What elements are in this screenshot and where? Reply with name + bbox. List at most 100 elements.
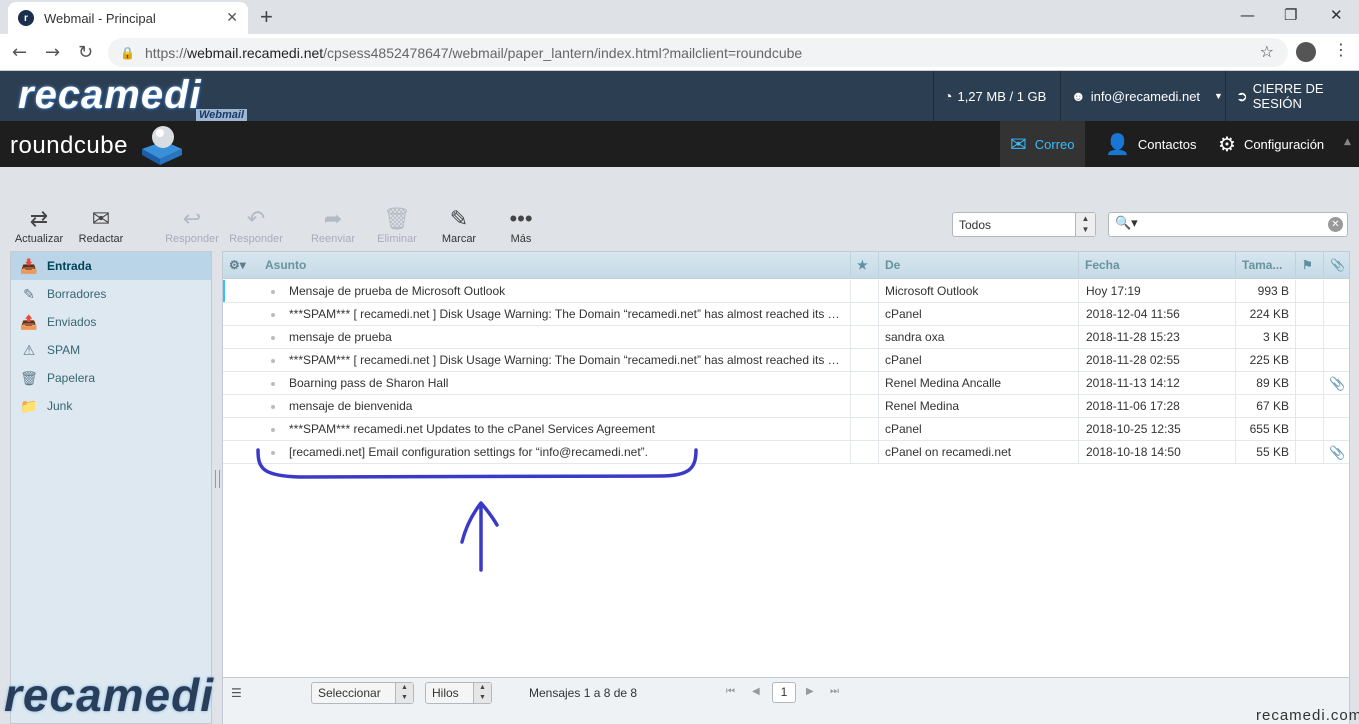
user-email: info@recamedi.net <box>1090 88 1201 104</box>
col-flag-icon[interactable]: ⚑ <box>1295 252 1323 279</box>
mark-button[interactable]: ✎ Marcar <box>429 205 489 245</box>
folder-borradores[interactable]: ✎ Borradores <box>11 280 211 308</box>
clear-search-icon[interactable]: ✕ <box>1328 217 1343 232</box>
more-button[interactable]: ••• Más <box>491 205 551 245</box>
col-flag-star-icon[interactable]: ★ <box>850 252 878 279</box>
read-status-icon[interactable] <box>271 428 275 432</box>
read-status-icon[interactable] <box>271 382 275 386</box>
col-subject[interactable]: Asunto <box>259 252 849 279</box>
folder-junk[interactable]: 📁 Junk <box>11 392 211 420</box>
roundcube-logo: roundcube <box>10 132 128 159</box>
message-row[interactable]: ***SPAM*** [ recamedi.net ] Disk Usage W… <box>223 303 1349 326</box>
url-field[interactable]: 🔒 https://webmail.recamedi.net/cpsess485… <box>108 38 1288 67</box>
next-page-icon[interactable]: ▶ <box>806 686 814 697</box>
column-separator <box>878 372 879 395</box>
message-row[interactable]: ***SPAM*** recamedi.net Updates to the c… <box>223 418 1349 441</box>
trash-icon: 🗑 <box>383 206 411 231</box>
reply-button[interactable]: ↩ Responder <box>162 205 222 245</box>
browser-tab[interactable]: r Webmail - Principal ✕ <box>8 2 248 34</box>
message-row[interactable]: Boarning pass de Sharon Hall Renel Medina… <box>223 372 1349 395</box>
list-view-icon[interactable]: ☰ <box>231 686 242 700</box>
nav-collapse-icon[interactable]: ▲ <box>1344 137 1351 147</box>
column-separator <box>1078 280 1079 303</box>
last-page-icon[interactable]: ⏭ <box>830 686 839 697</box>
read-status-icon[interactable] <box>271 405 275 409</box>
forward-button[interactable]: ➦ Reenviar <box>303 205 363 245</box>
reply-all-icon: ↶ <box>246 206 266 231</box>
browser-menu-icon[interactable]: ⋮ <box>1333 40 1349 59</box>
message-list-footer: ☰ Seleccionar ▲ ▼ Hilos ▲ ▼ Mensajes 1 a 8… <box>223 677 1349 724</box>
message-row[interactable]: Mensaje de prueba de Microsoft Outlook Mi… <box>223 280 1349 303</box>
nav-configuracion[interactable]: ⚙ Configuración <box>1208 121 1334 167</box>
read-status-icon[interactable] <box>271 290 275 294</box>
column-separator <box>878 418 879 441</box>
logout-icon: ➲ <box>1236 87 1248 104</box>
folder-label: Enviados <box>47 315 97 329</box>
minimize-icon[interactable]: — <box>1240 6 1255 24</box>
search-input[interactable]: 🔍▾ ✕ <box>1108 212 1348 237</box>
col-size[interactable]: Tama... <box>1235 252 1295 279</box>
watermark-logo: recamedi <box>4 669 215 721</box>
filter-select[interactable]: Todos ▲ ▼ <box>952 212 1096 237</box>
nav-correo[interactable]: ✉ Correo <box>1000 121 1085 167</box>
restore-icon[interactable]: ❐ <box>1284 6 1297 24</box>
folder-enviados[interactable]: 📤 Enviados <box>11 308 211 336</box>
search-icon[interactable]: 🔍▾ <box>1115 216 1138 231</box>
message-row[interactable]: mensaje de prueba sandra oxa 2018-11-28 15… <box>223 326 1349 349</box>
nav-configuracion-label: Configuración <box>1243 136 1325 152</box>
read-status-icon[interactable] <box>271 359 275 363</box>
folder-spam[interactable]: ⚠ SPAM <box>11 336 211 364</box>
close-window-icon[interactable]: ✕ <box>1330 6 1343 24</box>
threads-dropdown[interactable]: Hilos ▲ ▼ <box>425 682 492 704</box>
reload-icon[interactable]: ↻ <box>78 42 93 63</box>
logout-button[interactable]: ➲ CIERRE DE SESIÓN <box>1225 71 1359 121</box>
select-dropdown[interactable]: Seleccionar ▲ ▼ <box>311 682 414 704</box>
column-separator <box>1235 372 1236 395</box>
message-size: 225 KB <box>1249 353 1289 367</box>
column-separator <box>1323 326 1324 349</box>
filter-value: Todos <box>959 217 992 232</box>
quota-indicator: ◔ 1,27 MB / 1 GB <box>933 71 1056 121</box>
column-separator <box>1235 326 1236 349</box>
message-row[interactable]: ***SPAM*** [ recamedi.net ] Disk Usage W… <box>223 349 1349 372</box>
more-icon: ••• <box>509 206 533 231</box>
message-size: 55 KB <box>1256 445 1289 459</box>
delete-button[interactable]: 🗑 Eliminar <box>367 205 427 245</box>
message-from: cPanel <box>885 353 922 367</box>
nav-contactos[interactable]: 👤 Contactos <box>1095 121 1206 167</box>
message-size: 3 KB <box>1262 330 1289 344</box>
prev-page-icon[interactable]: ◀ <box>752 686 760 697</box>
read-status-icon[interactable] <box>271 451 275 455</box>
close-tab-icon[interactable]: ✕ <box>226 10 238 26</box>
message-from: cPanel on recamedi.net <box>885 445 1012 459</box>
new-tab-button[interactable]: + <box>260 4 273 30</box>
message-row[interactable]: mensaje de bienvenida Renel Medina 2018-11… <box>223 395 1349 418</box>
folder-entrada[interactable]: 📥 Entrada <box>11 252 211 280</box>
col-from[interactable]: De <box>878 252 1078 279</box>
reply-label: Responder <box>165 233 219 245</box>
first-page-icon[interactable]: ⏮ <box>726 686 735 697</box>
recamedi-logo[interactable]: recamedi <box>18 73 202 118</box>
bookmark-star-icon[interactable]: ☆ <box>1260 42 1274 61</box>
read-status-icon[interactable] <box>271 313 275 317</box>
current-page[interactable]: 1 <box>772 682 796 703</box>
profile-avatar-icon[interactable] <box>1296 42 1316 62</box>
message-row[interactable]: [recamedi.net] Email configuration setti… <box>223 441 1349 464</box>
folder-papelera[interactable]: 🗑 Papelera <box>11 364 211 392</box>
back-icon[interactable]: ← <box>12 42 27 63</box>
forward-icon[interactable]: → <box>45 42 60 63</box>
column-separator <box>1295 349 1296 372</box>
col-attachment-icon[interactable]: 📎 <box>1323 252 1350 279</box>
compose-button[interactable]: ✉ Redactar <box>71 205 131 245</box>
column-separator <box>1295 280 1296 303</box>
read-status-icon[interactable] <box>271 336 275 340</box>
panel-splitter[interactable] <box>215 470 220 488</box>
reply-all-button[interactable]: ↶ Responder ... <box>226 205 286 257</box>
list-options-gear-icon[interactable]: ⚙▾ <box>223 252 259 279</box>
message-size: 224 KB <box>1249 307 1289 321</box>
folder-label: Junk <box>47 399 73 413</box>
user-menu[interactable]: ☻ info@recamedi.net ▼ <box>1060 71 1233 121</box>
col-date[interactable]: Fecha <box>1078 252 1235 279</box>
refresh-button[interactable]: ⇄ Actualizar <box>9 205 69 245</box>
folder-label: Borradores <box>47 287 107 301</box>
